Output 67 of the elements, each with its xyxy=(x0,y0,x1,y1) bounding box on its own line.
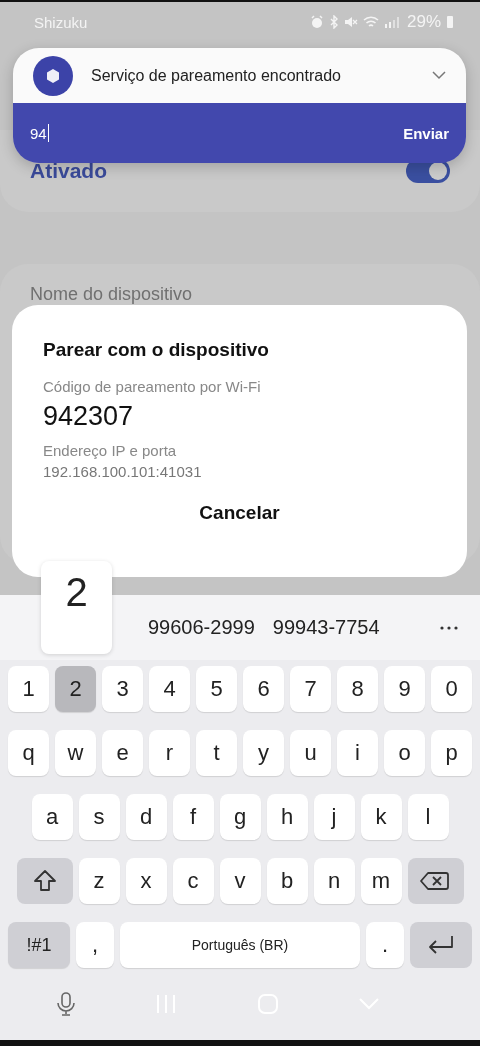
key[interactable]: , xyxy=(76,922,114,968)
key[interactable]: r xyxy=(149,730,190,776)
send-button[interactable]: Enviar xyxy=(401,120,451,146)
key[interactable]: t xyxy=(196,730,237,776)
key[interactable]: y xyxy=(243,730,284,776)
key[interactable]: 0 xyxy=(431,666,472,712)
bluetooth-icon xyxy=(328,15,339,29)
signal-icon xyxy=(383,15,402,29)
key[interactable]: h xyxy=(266,794,308,840)
suggestion[interactable]: 99943-7754 xyxy=(272,616,380,639)
address-label: Endereço IP e porta xyxy=(43,442,178,459)
key[interactable]: m xyxy=(360,858,402,904)
key[interactable]: x xyxy=(125,858,167,904)
key[interactable]: 1 xyxy=(8,666,49,712)
wifi-icon xyxy=(362,15,379,29)
cancel-button[interactable]: Cancelar xyxy=(191,498,288,528)
key[interactable]: u xyxy=(290,730,331,776)
key[interactable]: z xyxy=(78,858,120,904)
pairing-code: 942307 xyxy=(43,401,135,432)
key[interactable]: p xyxy=(431,730,472,776)
key[interactable]: c xyxy=(172,858,214,904)
key[interactable]: b xyxy=(266,858,308,904)
key-preview: 2 xyxy=(41,561,112,654)
reply-field[interactable]: 94 xyxy=(30,124,49,142)
key[interactable]: i xyxy=(337,730,378,776)
field-label: Nome do dispositivo xyxy=(30,284,193,304)
key[interactable]: 6 xyxy=(243,666,284,712)
space-key[interactable]: Português (BR) xyxy=(120,922,360,968)
key[interactable]: k xyxy=(360,794,402,840)
enter-key[interactable] xyxy=(410,922,472,968)
key[interactable]: w xyxy=(55,730,96,776)
key[interactable]: 5 xyxy=(196,666,237,712)
more-icon[interactable] xyxy=(440,625,458,630)
chevron-down-icon[interactable] xyxy=(432,71,446,80)
status-label: Ativado xyxy=(30,159,107,183)
notification-title: Serviço de pareamento encontrado xyxy=(91,66,342,85)
suggestion[interactable]: 99606-2999 xyxy=(148,616,255,639)
key[interactable]: . xyxy=(366,922,404,968)
key[interactable]: 4 xyxy=(149,666,190,712)
key[interactable]: 3 xyxy=(102,666,143,712)
key[interactable]: j xyxy=(313,794,355,840)
key[interactable]: g xyxy=(219,794,261,840)
code-label: Código de pareamento por Wi-Fi xyxy=(43,378,262,395)
key[interactable]: f xyxy=(172,794,214,840)
ip-address: 192.168.100.101:41031 xyxy=(43,463,203,480)
key[interactable]: q xyxy=(8,730,49,776)
battery-icon xyxy=(446,15,454,29)
key[interactable]: e xyxy=(102,730,143,776)
key[interactable]: 8 xyxy=(337,666,378,712)
key[interactable]: s xyxy=(78,794,120,840)
key[interactable]: l xyxy=(407,794,449,840)
backspace-key[interactable] xyxy=(407,858,464,904)
mute-icon xyxy=(343,15,358,29)
key[interactable]: 2 xyxy=(55,666,96,712)
key[interactable]: a xyxy=(31,794,73,840)
alarm-icon xyxy=(309,15,324,29)
dialog-title: Parear com o dispositivo xyxy=(43,339,270,361)
app-icon xyxy=(33,55,73,96)
symbols-key[interactable]: !#1 xyxy=(8,922,70,968)
key[interactable]: v xyxy=(219,858,261,904)
key[interactable]: o xyxy=(384,730,425,776)
key[interactable]: 7 xyxy=(290,666,331,712)
microphone-icon[interactable] xyxy=(55,992,76,1016)
key[interactable]: d xyxy=(125,794,167,840)
key[interactable]: 9 xyxy=(384,666,425,712)
shift-key[interactable] xyxy=(16,858,73,904)
key[interactable]: n xyxy=(313,858,355,904)
